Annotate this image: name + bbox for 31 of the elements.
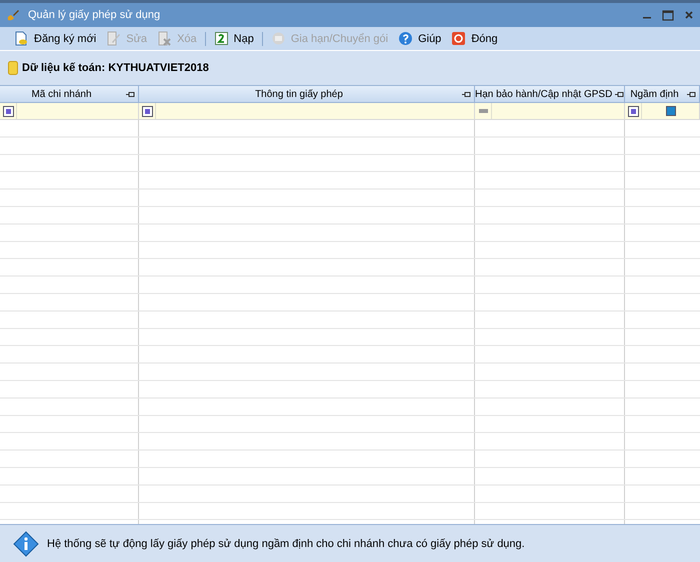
box-icon bbox=[270, 31, 286, 46]
pin-icon[interactable] bbox=[126, 90, 135, 98]
column-header[interactable]: Mã chi nhánh bbox=[0, 86, 139, 103]
brush-icon bbox=[6, 8, 20, 22]
window-title: Quản lý giấy phép sử dụng bbox=[28, 9, 162, 21]
refresh-icon bbox=[214, 31, 229, 46]
toolbar-button[interactable]: Đăng ký mới bbox=[10, 30, 100, 47]
square-icon bbox=[666, 106, 676, 116]
toolbar-button[interactable]: Nạp bbox=[210, 30, 258, 47]
column-header[interactable]: Thông tin giấy phép bbox=[139, 86, 475, 103]
document-icon bbox=[14, 31, 29, 46]
filter-operator-icon[interactable] bbox=[142, 106, 152, 116]
column-header[interactable]: Ngầm định bbox=[625, 86, 700, 103]
info-icon bbox=[13, 530, 39, 556]
edit-icon bbox=[106, 31, 122, 46]
power-icon bbox=[451, 31, 466, 46]
toolbar-button[interactable]: Giúp bbox=[394, 30, 446, 47]
database-icon bbox=[8, 61, 18, 75]
pin-icon[interactable] bbox=[462, 90, 471, 98]
close-icon[interactable] bbox=[684, 10, 694, 20]
help-icon bbox=[398, 31, 414, 46]
filter-operator-icon[interactable] bbox=[2, 106, 14, 116]
pin-icon[interactable] bbox=[687, 90, 696, 98]
database-label: Dữ liệu kế toán: KYTHUATVIET2018 bbox=[22, 62, 209, 74]
delete-icon bbox=[157, 31, 172, 46]
filter-operator-icon[interactable] bbox=[628, 106, 638, 116]
pin-icon[interactable] bbox=[615, 90, 624, 98]
toolbar-button[interactable]: Đóng bbox=[447, 30, 502, 47]
maximize-icon[interactable] bbox=[662, 10, 674, 20]
status-message: Hệ thống sẽ tự động lấy giấy phép sử dụng ngầm định cho chi nhánh chưa có giấy phép sử dụng. bbox=[47, 538, 525, 550]
column-header[interactable]: Hạn bảo hành/Cập nhật GPSD bbox=[475, 86, 625, 103]
